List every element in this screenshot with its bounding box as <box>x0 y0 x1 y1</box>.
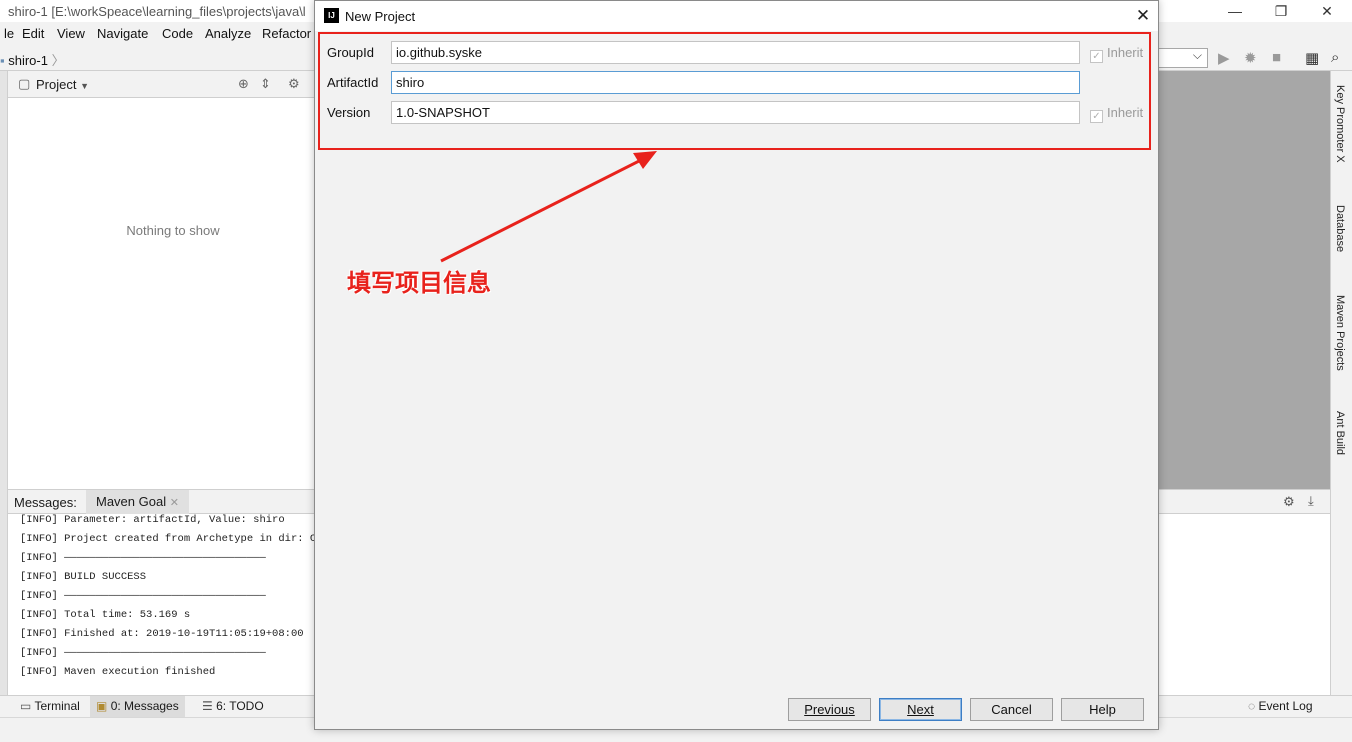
close-tab-icon[interactable]: ✕ <box>170 497 179 509</box>
settings-icon[interactable]: ⚙ <box>1283 494 1295 510</box>
cancel-button[interactable]: Cancel <box>970 698 1053 721</box>
log-line: [INFO] Total time: 53.169 s <box>20 609 191 621</box>
project-panel-title: Project <box>36 77 77 92</box>
menu-code[interactable]: Code <box>162 26 193 41</box>
search-icon[interactable]: ⌕ <box>1331 49 1339 66</box>
project-panel: ▢ Project ▼ ⊕ ⇕ ⚙ Nothing to show <box>8 71 315 489</box>
menu-navigate[interactable]: Navigate <box>97 26 148 41</box>
project-view-selector[interactable]: Project ▼ <box>36 77 89 92</box>
log-line: [INFO] Parameter: artifactId, Value: shi… <box>20 514 285 526</box>
annotation-text: 填写项目信息 <box>347 269 491 297</box>
messages-tab[interactable]: ▣ 0: Messages <box>90 696 185 717</box>
messages-label: Messages: <box>14 495 77 510</box>
log-line: [INFO] BUILD SUCCESS <box>20 571 147 583</box>
help-button[interactable]: Help <box>1061 698 1144 721</box>
todo-icon: ☰ <box>202 699 213 713</box>
maven-projects-tab[interactable]: Maven Projects <box>1334 295 1346 371</box>
maven-goal-label: Maven Goal <box>96 494 167 509</box>
previous-label: Previous <box>804 702 855 717</box>
right-tool-strip: Key Promoter X Database Maven Projects A… <box>1330 71 1352 695</box>
event-log-label: Event Log <box>1258 699 1313 713</box>
previous-button[interactable]: Previous <box>788 698 871 721</box>
menu-edit[interactable]: Edit <box>22 26 44 41</box>
empty-state-text: Nothing to show <box>126 223 220 238</box>
hide-icon[interactable]: ⤓ <box>1308 493 1314 509</box>
breadcrumb-project: shiro-1 <box>8 53 48 68</box>
message-log-right <box>1158 514 1330 695</box>
menu-view[interactable]: View <box>57 26 85 41</box>
dialog-title: New Project <box>345 9 416 24</box>
ant-build-tab[interactable]: Ant Build <box>1334 411 1346 455</box>
tab-maven-goal[interactable]: Maven Goal ✕ <box>86 490 189 514</box>
run-config-select[interactable] <box>1158 48 1208 68</box>
folder-icon: ▪ <box>0 53 5 68</box>
close-window-icon[interactable]: ✕ <box>1304 0 1350 22</box>
left-tool-strip <box>0 71 8 695</box>
run-icon[interactable]: ▶ <box>1218 49 1230 67</box>
message-log: [INFO] Parameter: artifactId, Value: shi… <box>8 514 315 695</box>
menu-analyze[interactable]: Analyze <box>205 26 251 41</box>
todo-tab[interactable]: ☰ 6: TODO <box>196 696 270 717</box>
terminal-label: Terminal <box>34 699 80 713</box>
messages-toolbar-right: ⚙ ⤓ <box>1158 489 1330 514</box>
event-log-tab[interactable]: ◌ Event Log <box>1242 696 1319 717</box>
terminal-tab[interactable]: ▭ Terminal <box>14 696 86 717</box>
messages-tab-label: 0: Messages <box>110 699 179 713</box>
locate-icon[interactable]: ⊕ <box>238 76 249 92</box>
log-line: [INFO] Maven execution finished <box>20 666 216 678</box>
collapse-icon[interactable]: ⇕ <box>260 76 271 92</box>
project-panel-header: ▢ Project ▼ ⊕ ⇕ ⚙ <box>8 71 315 98</box>
key-promoter-tab[interactable]: Key Promoter X <box>1334 85 1346 163</box>
todo-label: 6: TODO <box>216 699 264 713</box>
minimize-icon[interactable]: — <box>1212 0 1258 22</box>
next-label: Next <box>907 702 934 717</box>
log-line: [INFO] Project created from Archetype in… <box>20 533 315 545</box>
editor-area <box>1158 71 1330 489</box>
new-project-dialog: IJ New Project ✕ GroupId ✓Inherit Artifa… <box>314 0 1159 730</box>
intellij-logo-icon: IJ <box>324 8 339 23</box>
log-line: [INFO] ———————————————————————————————— <box>20 552 266 564</box>
stop-icon[interactable]: ■ <box>1272 49 1281 66</box>
annotation-highlight-box <box>318 32 1151 150</box>
ide-window-title: shiro-1 [E:\workSpeace\learning_files\pr… <box>8 4 306 19</box>
close-icon[interactable]: ✕ <box>1128 1 1158 31</box>
gear-icon[interactable]: ⚙ <box>288 76 300 92</box>
menu-file[interactable]: le <box>4 26 14 41</box>
messages-icon: ▣ <box>96 699 108 713</box>
log-line: [INFO] Finished at: 2019-10-19T11:05:19+… <box>20 628 304 640</box>
debug-icon[interactable]: ✹ <box>1244 49 1257 67</box>
restore-icon[interactable]: ❐ <box>1258 0 1304 22</box>
log-line: [INFO] ———————————————————————————————— <box>20 590 266 602</box>
terminal-icon: ▭ <box>20 699 32 713</box>
menu-refactor[interactable]: Refactor <box>262 26 311 41</box>
event-log-icon: ◌ <box>1248 699 1256 713</box>
breadcrumb[interactable]: ▪ shiro-1 〉 <box>0 50 65 69</box>
messages-toolbar: Messages: Maven Goal ✕ <box>8 489 315 514</box>
dialog-title-bar: IJ New Project ✕ <box>315 1 1158 31</box>
next-button[interactable]: Next <box>879 698 962 721</box>
project-structure-icon[interactable]: ▦ <box>1305 49 1319 67</box>
database-tab[interactable]: Database <box>1334 205 1346 252</box>
log-line: [INFO] ———————————————————————————————— <box>20 647 266 659</box>
project-icon: ▢ <box>18 76 31 91</box>
